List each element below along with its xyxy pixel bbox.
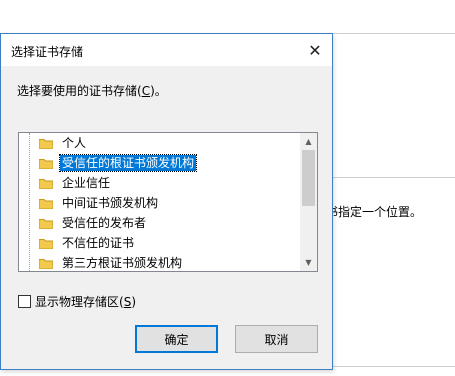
tree-item[interactable]: 第三方根证书颁发机构 bbox=[39, 254, 184, 271]
close-icon: ✕ bbox=[308, 40, 322, 60]
tree-item[interactable]: 中间证书颁发机构 bbox=[39, 194, 160, 212]
folder-icon bbox=[39, 138, 53, 149]
certificate-store-tree[interactable]: 个人 受信任的根证书颁发机构 企业信任 中间证书颁发机构 受信任的发布者 不信任… bbox=[18, 132, 318, 272]
checkbox-label: 显示物理存储区( bbox=[35, 295, 124, 309]
folder-icon bbox=[39, 198, 53, 209]
tree-scrollbar[interactable]: ▲ ▼ bbox=[300, 133, 317, 271]
scroll-up-button[interactable]: ▲ bbox=[300, 133, 317, 150]
tree-item-label: 受信任的发布者 bbox=[62, 216, 147, 230]
background-divider-mid bbox=[333, 177, 455, 178]
tree-item-label: 个人 bbox=[62, 136, 87, 150]
select-certificate-store-dialog: 选择证书存储 ✕ 选择要使用的证书存储(C)。 个人 受信任的根证书颁发机构 企… bbox=[0, 33, 333, 370]
close-button[interactable]: ✕ bbox=[298, 34, 332, 66]
tree-connector-line bbox=[29, 133, 31, 271]
scroll-down-button[interactable]: ▼ bbox=[300, 254, 317, 271]
dialog-titlebar: 选择证书存储 ✕ bbox=[1, 34, 332, 66]
chevron-up-icon: ▲ bbox=[305, 137, 312, 146]
prompt-text: 选择要使用的证书存储( bbox=[17, 84, 142, 98]
cancel-button[interactable]: 取消 bbox=[235, 325, 318, 353]
show-physical-stores-checkbox[interactable]: 显示物理存储区(S) bbox=[18, 293, 136, 310]
folder-icon bbox=[39, 218, 53, 229]
folder-icon bbox=[39, 158, 53, 169]
background-wizard-text: 书指定一个位置。 bbox=[326, 205, 423, 219]
tree-item[interactable]: 个人 bbox=[39, 134, 88, 152]
folder-icon bbox=[39, 178, 53, 189]
chevron-down-icon: ▼ bbox=[305, 258, 312, 267]
tree-item-label: 不信任的证书 bbox=[62, 236, 135, 250]
tree-item[interactable]: 不信任的证书 bbox=[39, 234, 136, 252]
checkbox-accesskey: S bbox=[123, 294, 132, 309]
background-divider-top bbox=[333, 33, 455, 34]
dialog-title: 选择证书存储 bbox=[11, 45, 84, 59]
ok-button[interactable]: 确定 bbox=[135, 325, 218, 353]
folder-icon bbox=[39, 258, 53, 269]
prompt-accesskey: C bbox=[141, 84, 151, 98]
scrollbar-thumb[interactable] bbox=[302, 150, 315, 206]
checkbox-box[interactable] bbox=[18, 295, 31, 308]
folder-icon bbox=[39, 238, 53, 249]
tree-item-label: 受信任的根证书颁发机构 bbox=[58, 154, 198, 172]
dialog-prompt: 选择要使用的证书存储(C)。 bbox=[17, 82, 167, 99]
tree-item-label: 第三方根证书颁发机构 bbox=[62, 256, 183, 270]
checkbox-label-end: ) bbox=[131, 294, 136, 309]
tree-item[interactable]: 企业信任 bbox=[39, 174, 112, 192]
tree-item-label: 企业信任 bbox=[62, 176, 111, 190]
tree-item[interactable]: 受信任的发布者 bbox=[39, 214, 148, 232]
tree-item-selected[interactable]: 受信任的根证书颁发机构 bbox=[39, 154, 198, 172]
prompt-text-end: )。 bbox=[150, 84, 167, 98]
tree-item-label: 中间证书颁发机构 bbox=[62, 196, 159, 210]
